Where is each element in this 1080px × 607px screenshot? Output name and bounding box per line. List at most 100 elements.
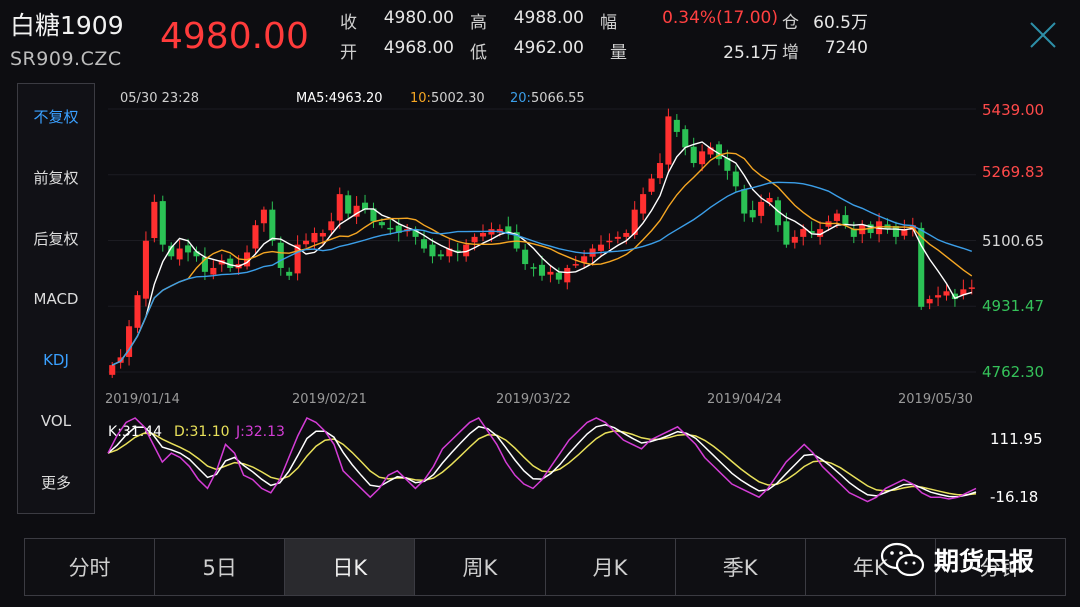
candle-body <box>623 232 630 237</box>
candle-body <box>522 249 529 265</box>
ma10-label: 10:5002.30 <box>410 91 485 106</box>
candle-body <box>943 291 950 296</box>
menu-item-no-adjust[interactable]: 不复权 <box>18 106 94 127</box>
candle-body <box>176 248 183 260</box>
stat-value-change: 0.34%(17.00) <box>662 8 778 28</box>
wechat-icon <box>880 542 925 577</box>
candle-body <box>800 229 807 237</box>
close-icon[interactable] <box>1028 20 1058 50</box>
candle-body <box>682 129 689 148</box>
stat-label-volume: 量 <box>610 43 627 63</box>
menu-item-forward-adjust[interactable]: 前复权 <box>18 167 94 188</box>
candle-body <box>673 119 680 132</box>
candle-body <box>159 201 166 245</box>
candle-body <box>572 264 579 266</box>
kdj-y-top: 111.95 <box>990 430 1043 448</box>
stat-label-close: 收 <box>340 13 357 33</box>
stat-label-increase: 增 <box>782 43 799 63</box>
x-tick-4: 2019/04/24 <box>707 392 782 407</box>
stat-label-open: 开 <box>340 43 357 63</box>
tab-monthly-k[interactable]: 月K <box>546 539 676 595</box>
candle-body <box>109 365 116 375</box>
candle-body <box>640 194 647 214</box>
x-tick-1: 2019/01/14 <box>105 392 180 407</box>
stat-label-open-interest: 仓 <box>782 13 799 33</box>
ma-lines <box>111 141 973 366</box>
tab-weekly-k[interactable]: 周K <box>415 539 546 595</box>
candle-body <box>336 194 343 221</box>
candle-body <box>690 146 697 164</box>
candle-body <box>935 295 942 298</box>
y-tick-2: 5269.83 <box>982 163 1044 181</box>
stat-value-close: 4980.00 <box>383 8 454 28</box>
candle-body <box>648 178 655 192</box>
candle-body <box>142 240 149 299</box>
menu-item-backward-adjust[interactable]: 后复权 <box>18 228 94 249</box>
candle-body <box>547 271 554 275</box>
candle-body <box>471 236 478 243</box>
kdj-chart[interactable]: K:31.44 D:31.10 J:32.13 111.95 -16.18 <box>100 408 1060 518</box>
candle-body <box>597 244 605 251</box>
x-tick-3: 2019/03/22 <box>496 392 571 407</box>
candle-body <box>783 221 790 245</box>
ma5-line <box>111 141 972 366</box>
candle-body <box>968 287 975 289</box>
ma20-label: 20:5066.55 <box>510 91 585 106</box>
menu-item-vol[interactable]: VOL <box>18 412 94 430</box>
candle-body <box>134 295 141 328</box>
last-price: 4980.00 <box>160 16 309 57</box>
candle-body <box>791 236 798 243</box>
watermark: 期货日报 <box>880 536 1034 584</box>
tab-daily-k[interactable]: 日K <box>285 539 416 595</box>
candle-body <box>479 232 487 237</box>
candle-body <box>260 209 267 224</box>
candle-body <box>151 201 158 239</box>
x-tick-5: 2019/05/30 <box>898 392 973 407</box>
candle-body <box>665 116 672 165</box>
price-grid <box>108 108 976 373</box>
candle-body <box>387 227 394 230</box>
tab-5-day[interactable]: 5日 <box>155 539 286 595</box>
stat-label-low: 低 <box>470 43 487 63</box>
tab-quarterly-k[interactable]: 季K <box>676 539 806 595</box>
candle-body <box>378 222 385 226</box>
stat-value-low: 4962.00 <box>513 38 584 58</box>
candle-body <box>345 195 352 214</box>
kdj-y-bottom: -16.18 <box>990 488 1038 506</box>
stat-value-open: 4968.00 <box>383 38 454 58</box>
candle-body <box>311 232 318 243</box>
candle-body <box>842 215 849 226</box>
stat-value-volume: 25.1万 <box>723 43 778 63</box>
ma5-label: MA5:4963.20 <box>296 91 383 106</box>
candle-body <box>614 236 621 239</box>
candle-body <box>732 171 739 187</box>
stat-label-change: 幅 <box>600 13 617 33</box>
candle-body <box>758 201 765 216</box>
candle-body <box>564 267 571 283</box>
candle-body <box>185 245 192 253</box>
menu-item-macd[interactable]: MACD <box>18 290 94 308</box>
candle-body <box>303 240 310 245</box>
chart-datetime: 05/30 23:28 <box>120 91 199 106</box>
stat-value-increase: 7240 <box>824 38 868 58</box>
y-tick-3: 5100.65 <box>982 232 1044 250</box>
menu-item-more[interactable]: 更多 <box>18 472 94 493</box>
candle-body <box>926 299 933 304</box>
candle-body <box>420 239 428 249</box>
candle-body <box>606 240 613 243</box>
tab-intraday[interactable]: 分时 <box>25 539 156 595</box>
menu-item-kdj[interactable]: KDJ <box>18 351 94 369</box>
candlestick-chart[interactable]: 05/30 23:28 MA5:4963.20 10:5002.30 20:50… <box>100 83 1060 413</box>
candle-body <box>210 267 217 275</box>
candle-body <box>741 189 748 214</box>
stat-label-high: 高 <box>470 13 487 33</box>
instrument-code: SR909.CZC <box>10 48 122 70</box>
candle-body <box>749 210 756 218</box>
candle-body <box>699 151 706 165</box>
kdj-j-label: J:32.13 <box>235 424 285 440</box>
candle-body <box>530 267 537 269</box>
candle-body <box>277 242 284 268</box>
stat-value-open-interest: 60.5万 <box>813 13 868 33</box>
candle-body <box>656 163 664 179</box>
kdj-d-label: D:31.10 <box>174 424 230 440</box>
